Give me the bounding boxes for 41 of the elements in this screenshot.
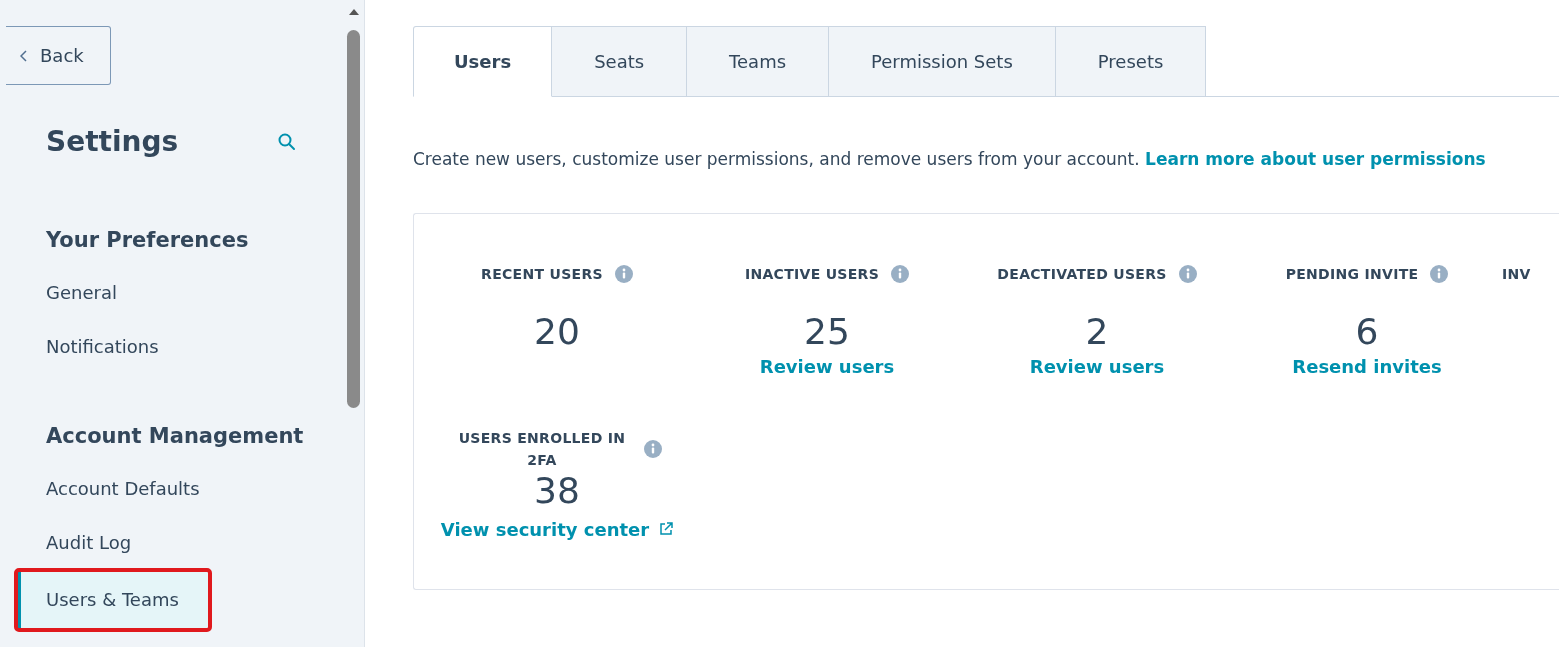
settings-title: Settings: [46, 125, 179, 158]
chevron-left-icon: [20, 49, 28, 62]
sidebar-item[interactable]: Audit Log: [6, 516, 297, 570]
stat-link[interactable]: View security center: [440, 518, 674, 540]
search-icon[interactable]: [277, 131, 297, 152]
scrollbar[interactable]: [343, 0, 365, 647]
tab[interactable]: Presets: [1055, 26, 1207, 97]
sidebar-item[interactable]: Users & Teams: [16, 570, 210, 630]
stat-label: USERS ENROLLED IN 2FA: [457, 428, 627, 470]
info-icon[interactable]: [1178, 265, 1197, 283]
stat-value: 38: [534, 471, 580, 511]
stat-link[interactable]: Review users: [1029, 355, 1165, 377]
tab[interactable]: Seats: [552, 26, 688, 97]
info-icon[interactable]: [1430, 265, 1449, 283]
learn-more-link[interactable]: Learn more about user permissions: [1145, 149, 1486, 169]
scrollbar-thumb[interactable]: [347, 30, 360, 408]
description-text: Create new users, customize user permissions, and remove users from your account. Learn more about user permissions: [413, 149, 1487, 169]
stat-value: 6: [1355, 312, 1379, 352]
stat-label: DEACTIVATED USERS: [997, 264, 1167, 284]
stat-label: INACTIVE USERS: [744, 264, 880, 284]
stat-label: PENDING INVITE: [1285, 264, 1419, 284]
tab[interactable]: Teams: [687, 26, 830, 97]
stat-value: 25: [804, 312, 850, 352]
sidebar-item[interactable]: Account Defaults: [6, 462, 297, 516]
stat-value: 2: [1085, 312, 1109, 352]
info-icon[interactable]: [614, 265, 633, 283]
stat-label: INV: [1502, 264, 1531, 284]
info-icon[interactable]: [644, 440, 662, 458]
sidebar-item[interactable]: Notifications: [6, 320, 297, 374]
section-heading: Account Management: [45, 424, 305, 448]
tab[interactable]: Permission Sets: [829, 26, 1056, 97]
back-button[interactable]: Back: [6, 26, 111, 85]
info-icon[interactable]: [891, 265, 910, 283]
section-heading: Your Preferences: [45, 228, 250, 252]
tab[interactable]: Users: [413, 26, 553, 97]
stat-link[interactable]: Review users: [759, 355, 895, 377]
stat-link[interactable]: Resend invites: [1292, 355, 1442, 377]
scroll-up-icon[interactable]: [347, 8, 360, 16]
sidebar-item[interactable]: General: [6, 266, 297, 320]
stat-value: 20: [534, 312, 580, 352]
stat-label: RECENT USERS: [481, 264, 603, 284]
